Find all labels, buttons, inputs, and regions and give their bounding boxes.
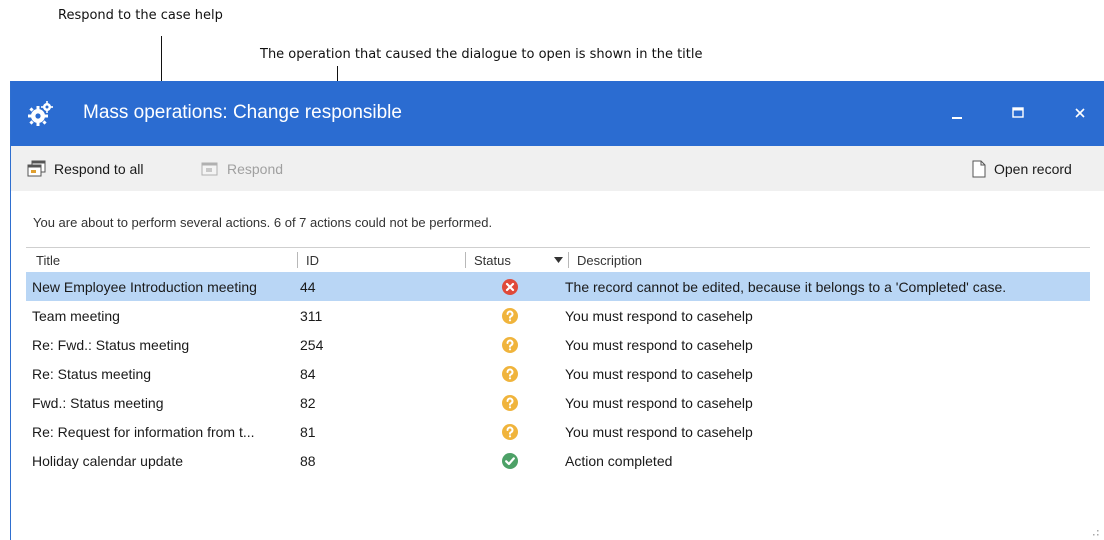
cell-title: Fwd.: Status meeting	[32, 395, 164, 411]
cell-title: Team meeting	[32, 308, 120, 324]
cell-status	[501, 423, 519, 441]
cell-id: 44	[300, 279, 316, 295]
table-row[interactable]: Re: Status meeting 84 You must respond to …	[26, 359, 1090, 388]
column-divider[interactable]	[297, 252, 298, 268]
cell-id: 82	[300, 395, 316, 411]
cell-id: 81	[300, 424, 316, 440]
cell-description: The record cannot be edited, because it …	[565, 279, 1007, 295]
respond-label: Respond	[227, 161, 284, 177]
table-header: Title ID Status Description	[26, 247, 1090, 272]
column-header-description[interactable]: Description	[577, 253, 642, 268]
open-record-label: Open record	[994, 161, 1072, 177]
question-icon	[502, 337, 518, 353]
table-row[interactable]: Re: Fwd.: Status meeting 254 You must resp…	[26, 330, 1090, 359]
dialog-title: Mass operations: Change responsible	[83, 102, 402, 123]
cell-status	[501, 336, 519, 354]
column-divider[interactable]	[465, 252, 466, 268]
cell-description: Action completed	[565, 453, 673, 469]
cell-status	[501, 394, 519, 412]
respond-button[interactable]: Respond	[200, 159, 283, 179]
sort-descending-icon[interactable]	[554, 257, 563, 263]
title-bar[interactable]: Mass operations: Change responsible	[11, 81, 1104, 146]
document-icon	[972, 160, 986, 178]
respond-all-icon	[27, 160, 46, 177]
annotation-title-note: The operation that caused the dialogue t…	[260, 47, 703, 62]
table-row[interactable]: Holiday calendar update 88 Action complete…	[26, 446, 1090, 475]
column-header-title[interactable]: Title	[36, 253, 60, 268]
cell-id: 254	[300, 337, 324, 353]
cell-description: You must respond to casehelp	[565, 308, 753, 324]
table-row[interactable]: New Employee Introduction meeting 44 The r…	[26, 272, 1090, 301]
question-icon	[502, 424, 518, 440]
column-header-id[interactable]: ID	[306, 253, 319, 268]
cell-description: You must respond to casehelp	[565, 337, 753, 353]
question-icon	[502, 366, 518, 382]
cell-id: 84	[300, 366, 316, 382]
minimize-button[interactable]	[939, 95, 975, 131]
mass-operations-dialog: Mass operations: Change responsible Resp…	[10, 81, 1104, 540]
resize-grip-icon[interactable]	[1093, 530, 1099, 536]
maximize-button[interactable]	[1000, 95, 1036, 131]
cell-title: Re: Status meeting	[32, 366, 152, 382]
status-message: You are about to perform several actions…	[33, 215, 493, 230]
cell-status	[501, 278, 519, 296]
cell-title: New Employee Introduction meeting	[32, 279, 257, 295]
error-icon	[502, 279, 518, 295]
column-header-status[interactable]: Status	[474, 253, 511, 268]
table-row[interactable]: Fwd.: Status meeting 82 You must respond t…	[26, 388, 1090, 417]
table-body: New Employee Introduction meeting 44 The r…	[26, 272, 1090, 475]
maximize-icon	[1012, 107, 1024, 118]
minimize-icon	[952, 117, 962, 119]
question-icon	[502, 308, 518, 324]
table-row[interactable]: Team meeting 311 You must respond to caseh…	[26, 301, 1090, 330]
cell-title: Holiday calendar update	[32, 453, 183, 469]
cell-id: 311	[300, 308, 323, 324]
check-icon	[502, 453, 518, 469]
respond-to-all-button[interactable]: Respond to all	[27, 159, 144, 179]
open-record-button[interactable]: Open record	[971, 159, 1072, 179]
question-icon	[502, 395, 518, 411]
cell-description: You must respond to casehelp	[565, 395, 753, 411]
cell-description: You must respond to casehelp	[565, 424, 753, 440]
respond-icon	[201, 162, 218, 176]
cell-status	[501, 452, 519, 470]
results-table: Title ID Status Description New Employee…	[26, 247, 1090, 475]
table-row[interactable]: Re: Request for information from t... 81 Y…	[26, 417, 1090, 446]
close-icon	[1075, 108, 1085, 118]
cell-status	[501, 307, 519, 325]
cell-title: Re: Request for information from t...	[32, 424, 255, 440]
respond-to-all-label: Respond to all	[54, 161, 144, 177]
column-divider[interactable]	[568, 252, 569, 268]
toolbar: Respond to all Respond Open record	[11, 146, 1104, 191]
close-button[interactable]	[1062, 95, 1098, 131]
cell-status	[501, 365, 519, 383]
cell-title: Re: Fwd.: Status meeting	[32, 337, 190, 353]
cell-id: 88	[300, 453, 316, 469]
cell-description: You must respond to casehelp	[565, 366, 753, 382]
annotation-respond-help: Respond to the case help	[58, 8, 223, 23]
gears-icon	[28, 101, 53, 126]
